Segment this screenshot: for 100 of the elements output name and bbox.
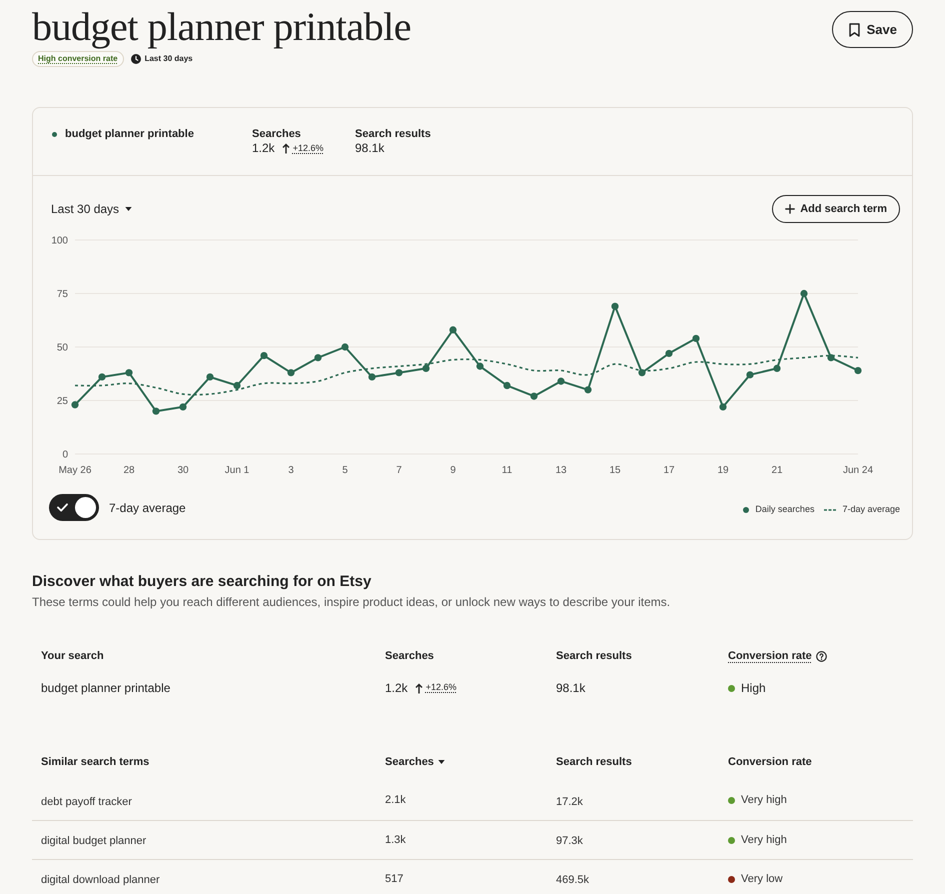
- data-point: [368, 373, 376, 381]
- toggle-label: 7-day average: [109, 500, 186, 516]
- data-point: [125, 369, 133, 376]
- column-header[interactable]: Conversion rate: [728, 755, 812, 769]
- results-value: 17.2k: [556, 796, 583, 808]
- data-point: [746, 371, 754, 378]
- data-point: [71, 401, 79, 408]
- column-header[interactable]: Your search: [41, 649, 104, 663]
- x-axis-label: 21: [771, 465, 783, 476]
- stat-label: Searches: [252, 127, 302, 141]
- data-point: [773, 364, 781, 372]
- bookmark-icon: [848, 22, 861, 38]
- searches-value: 1.2k: [385, 680, 408, 697]
- conversion-rate: Very low: [741, 872, 783, 887]
- data-point: [341, 343, 349, 351]
- caret-down-icon: [125, 207, 132, 211]
- arrow-up-icon: [414, 682, 423, 694]
- toggle-knob: [75, 497, 96, 518]
- conversion-rate: Very high: [741, 832, 787, 848]
- stat-label: Search results: [355, 127, 432, 141]
- data-point: [395, 369, 403, 376]
- data-point: [152, 408, 160, 415]
- column-header[interactable]: Search results: [556, 649, 632, 663]
- results-value: 97.3k: [556, 835, 583, 847]
- column-header[interactable]: Similar search terms: [41, 755, 150, 769]
- column-header[interactable]: Searches: [385, 755, 445, 769]
- save-button[interactable]: Save: [832, 11, 913, 48]
- section-heading: Discover what buyers are searching for on Etsy: [32, 572, 372, 592]
- y-axis-label: 25: [56, 396, 68, 407]
- search-term: digital download planner: [41, 874, 160, 886]
- data-point: [530, 392, 538, 400]
- data-point: [827, 354, 835, 362]
- data-point: [98, 373, 106, 381]
- data-point: [611, 302, 619, 310]
- x-axis-label: 28: [123, 465, 135, 476]
- stat-value: 1.2k: [252, 141, 275, 156]
- y-axis-label: 75: [56, 289, 68, 300]
- legend-label: Daily searches: [755, 503, 814, 516]
- change-percent: +12.6%: [292, 142, 324, 155]
- date-range-dropdown[interactable]: Last 30 days: [51, 200, 132, 218]
- y-axis-label: 100: [51, 236, 68, 246]
- data-point: [206, 373, 214, 381]
- stat-value: 98.1k: [355, 141, 384, 156]
- data-point: [638, 369, 646, 376]
- x-axis-label: 19: [717, 465, 729, 476]
- column-header[interactable]: Search results: [556, 755, 632, 769]
- sort-caret-icon: [438, 760, 445, 764]
- legend-label: 7-day average: [842, 503, 900, 516]
- conversion-rate: High: [741, 680, 766, 697]
- toggle-switch[interactable]: [49, 494, 99, 521]
- y-axis-label: 0: [62, 450, 68, 460]
- x-axis-label: 9: [450, 465, 456, 476]
- x-axis-label: 3: [288, 465, 294, 476]
- data-point: [287, 369, 295, 376]
- data-point: [314, 354, 322, 362]
- data-point: [665, 350, 673, 358]
- section-description: These terms could help you reach different audiences, inspire product ideas, or unlock new ways to describe your items.: [32, 594, 672, 610]
- column-header[interactable]: Searches: [385, 649, 434, 663]
- data-point: [422, 364, 430, 372]
- search-term: budget planner printable: [41, 681, 170, 695]
- search-term: debt payoff tracker: [41, 796, 132, 808]
- help-icon: [816, 650, 827, 662]
- data-point: [584, 386, 592, 394]
- x-axis-label: Jun 1: [224, 465, 250, 476]
- plus-icon: [785, 204, 796, 214]
- period-label: Last 30 days: [144, 53, 193, 65]
- change-percent: +12.6%: [426, 681, 456, 694]
- data-point: [503, 382, 511, 390]
- column-header[interactable]: Conversion rate: [728, 649, 812, 663]
- x-axis-label: 13: [555, 465, 567, 476]
- searches-value: 517: [385, 872, 404, 887]
- data-point: [692, 334, 700, 342]
- data-point: [233, 382, 241, 390]
- x-axis-label: 30: [177, 465, 189, 476]
- data-point: [260, 352, 268, 360]
- data-point: [800, 290, 808, 298]
- arrow-up-icon: [282, 143, 290, 154]
- data-point: [557, 378, 565, 385]
- data-point: [449, 326, 457, 334]
- data-point: [476, 362, 484, 370]
- results-value: 98.1k: [556, 681, 586, 695]
- data-point: [179, 403, 187, 411]
- x-axis-label: 15: [609, 465, 621, 476]
- add-search-term-button[interactable]: Add search term: [772, 195, 900, 223]
- series-dot-icon: [52, 132, 57, 137]
- conversion-rate: Very high: [741, 793, 787, 808]
- searches-value: 1.3k: [385, 832, 406, 848]
- search-term: budget planner printable: [65, 127, 194, 141]
- results-value: 469.5k: [556, 874, 590, 886]
- data-point: [854, 366, 862, 374]
- data-point: [719, 403, 727, 411]
- x-axis-label: 7: [396, 465, 402, 476]
- x-axis-label: 11: [502, 465, 512, 476]
- check-icon: [57, 503, 68, 512]
- x-axis-label: 5: [342, 465, 348, 476]
- search-term: digital budget planner: [41, 835, 146, 847]
- y-axis-label: 50: [56, 342, 68, 354]
- x-axis-label: 17: [663, 465, 675, 476]
- clock-icon: [130, 54, 141, 64]
- searches-value: 2.1k: [385, 793, 406, 808]
